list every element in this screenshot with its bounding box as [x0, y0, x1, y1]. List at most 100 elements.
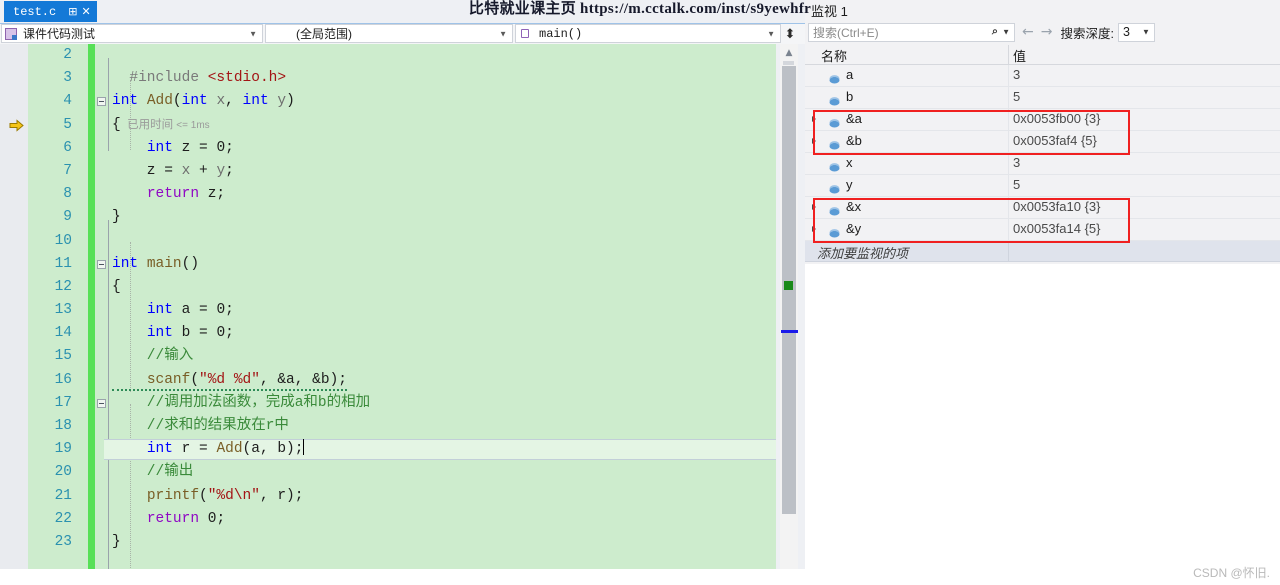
line-number: 15 — [54, 348, 72, 365]
search-icon[interactable]: ⌕ — [992, 26, 998, 39]
watch-row[interactable]: &a 0x0053fb00 {3} — [805, 109, 1280, 131]
watch-row[interactable]: x3 — [805, 153, 1280, 175]
line-number: 12 — [54, 278, 72, 295]
watch-expression-name[interactable]: y — [846, 177, 853, 192]
variable-icon — [829, 159, 840, 172]
search-placeholder: 搜索(Ctrl+E) — [813, 25, 879, 40]
search-depth-label: 搜索深度: — [1060, 26, 1114, 41]
watch-expression-name[interactable]: &x — [846, 199, 861, 214]
watch-expression-name[interactable]: &y — [846, 221, 861, 236]
code-line[interactable]: 22 return 0; — [0, 508, 776, 531]
line-number: 6 — [63, 139, 72, 156]
watch-window-title: 监视 1 — [805, 0, 1280, 20]
code-line[interactable]: 12 { — [0, 276, 776, 299]
code-line[interactable]: 15 //输入 — [0, 345, 776, 368]
editor-vertical-scrollbar[interactable]: ▲ — [780, 44, 798, 585]
watch-expression-name[interactable]: b — [846, 89, 853, 104]
split-view-icon[interactable]: ⬍ — [782, 24, 798, 44]
editor-bottom-strip — [0, 569, 805, 585]
watch-expression-name[interactable]: a — [846, 67, 853, 82]
watch-expression-value[interactable]: 3 — [1013, 155, 1020, 170]
watch-row[interactable]: a3 — [805, 65, 1280, 87]
editor-navigation-bar: 课件代码测试 ▼ (全局范围) ▼ main() ▼ ⬍ — [0, 23, 805, 44]
arrow-left-icon[interactable]: ← — [1022, 24, 1034, 40]
code-line[interactable]: 23} — [0, 531, 776, 554]
code-line[interactable]: 20 //输出 — [0, 461, 776, 484]
expand-triangle-icon[interactable] — [812, 226, 816, 232]
variable-icon — [829, 93, 840, 106]
arrow-right-icon[interactable]: → — [1041, 24, 1053, 40]
code-line[interactable]: 10 — [0, 230, 776, 253]
watch-expression-name[interactable]: &a — [846, 111, 862, 126]
pin-icon[interactable]: ⊞ — [68, 6, 77, 17]
column-header-name[interactable]: 名称 — [821, 46, 847, 65]
add-watch-row[interactable]: 添加要监视的项 — [805, 241, 1280, 262]
code-surface[interactable]: 23 #include <stdio.h> 4 int Add(int x, int… — [0, 44, 805, 585]
watch-expression-value[interactable]: 0x0053fb00 {3} — [1013, 111, 1100, 126]
chevron-down-icon[interactable]: ▼ — [1002, 28, 1010, 37]
watch-expression-value[interactable]: 3 — [1013, 67, 1020, 82]
expand-triangle-icon[interactable] — [812, 116, 816, 122]
code-text: int z = 0; — [146, 139, 234, 156]
watch-row[interactable]: b5 — [805, 87, 1280, 109]
collapse-region-toggle[interactable] — [97, 97, 106, 107]
editor-tab-strip: test.c ⊞ ✕ — [0, 0, 805, 22]
search-depth-dropdown[interactable]: 3 ▼ — [1117, 22, 1155, 42]
code-line[interactable]: 19 int r = Add(a, b); — [0, 438, 776, 461]
code-line[interactable]: 17 //调用加法函数，完成a和b的相加 — [0, 392, 776, 415]
tab-test-c[interactable]: test.c ⊞ ✕ — [4, 1, 97, 22]
watch-expression-name[interactable]: &b — [846, 133, 862, 148]
watch-expression-value[interactable]: 0x0053faf4 {5} — [1013, 133, 1097, 148]
code-line[interactable]: 14 int b = 0; — [0, 322, 776, 345]
code-text: { 已用时间 <= 1ms — [112, 116, 210, 133]
code-line[interactable]: 8 return z; — [0, 183, 776, 206]
watch-empty-area — [805, 264, 1280, 585]
collapse-region-toggle[interactable] — [97, 259, 106, 269]
close-icon[interactable]: ✕ — [81, 6, 90, 17]
code-line[interactable]: 5 { 已用时间 <= 1ms — [0, 114, 776, 137]
variable-icon — [829, 203, 840, 216]
row-column-divider — [1008, 219, 1009, 240]
scope-dropdown[interactable]: (全局范围) ▼ — [265, 24, 513, 43]
line-number: 18 — [54, 418, 72, 434]
scroll-up-icon[interactable]: ▲ — [780, 44, 798, 61]
code-line[interactable]: 7 z = x + y; — [0, 160, 776, 183]
code-line[interactable]: 16 scanf("%d %d", &a, &b); — [0, 369, 776, 392]
code-line[interactable]: 18 //求和的结果放在r中 — [0, 415, 776, 438]
collapse-region-toggle[interactable] — [97, 398, 106, 408]
scrollbar-thumb[interactable] — [782, 66, 796, 514]
watch-row[interactable]: y5 — [805, 175, 1280, 197]
line-number: 10 — [54, 232, 72, 249]
search-input[interactable]: 搜索(Ctrl+E) ⌕ ▼ — [808, 22, 1015, 42]
code-line[interactable]: 9} — [0, 206, 776, 229]
project-dropdown[interactable]: 课件代码测试 ▼ — [1, 24, 263, 43]
row-column-divider — [1008, 131, 1009, 152]
scrollbar-marker-blue — [781, 330, 798, 333]
watch-row[interactable]: &y 0x0053fa14 {5} — [805, 219, 1280, 241]
watch-expression-name[interactable]: x — [846, 155, 853, 170]
project-dropdown-label: 课件代码测试 — [23, 27, 96, 41]
expand-triangle-icon[interactable] — [812, 204, 816, 210]
code-line[interactable]: 13 int a = 0; — [0, 299, 776, 322]
column-header-value[interactable]: 值 — [1013, 46, 1026, 65]
code-line[interactable]: 21 printf("%d\n", r); — [0, 485, 776, 508]
code-text: #include <stdio.h> — [129, 70, 287, 87]
watch-expression-value[interactable]: 5 — [1013, 89, 1020, 104]
watch-expression-value[interactable]: 0x0053fa14 {5} — [1013, 221, 1100, 236]
line-number: 14 — [54, 325, 72, 342]
watch-row[interactable]: &b 0x0053faf4 {5} — [805, 131, 1280, 153]
tab-label: test.c — [13, 4, 57, 19]
column-divider[interactable] — [1008, 45, 1009, 65]
watch-expression-value[interactable]: 5 — [1013, 177, 1020, 192]
code-line[interactable]: 4 int Add(int x, int y) — [0, 90, 776, 113]
code-text: { — [112, 278, 121, 295]
code-line[interactable]: 6 int z = 0; — [0, 137, 776, 160]
watch-expression-value[interactable]: 0x0053fa10 {3} — [1013, 199, 1100, 214]
code-line[interactable]: 11 int main() — [0, 253, 776, 276]
function-dropdown[interactable]: main() ▼ — [515, 24, 781, 43]
watch-window-pane: 监视 1 搜索(Ctrl+E) ⌕ ▼ ← → 搜索深度: 3 ▼ 名称 值 a… — [805, 0, 1280, 585]
code-line[interactable]: 3 #include <stdio.h> — [0, 67, 776, 90]
code-line[interactable]: 2 — [0, 44, 776, 67]
expand-triangle-icon[interactable] — [812, 138, 816, 144]
watch-row[interactable]: &x 0x0053fa10 {3} — [805, 197, 1280, 219]
